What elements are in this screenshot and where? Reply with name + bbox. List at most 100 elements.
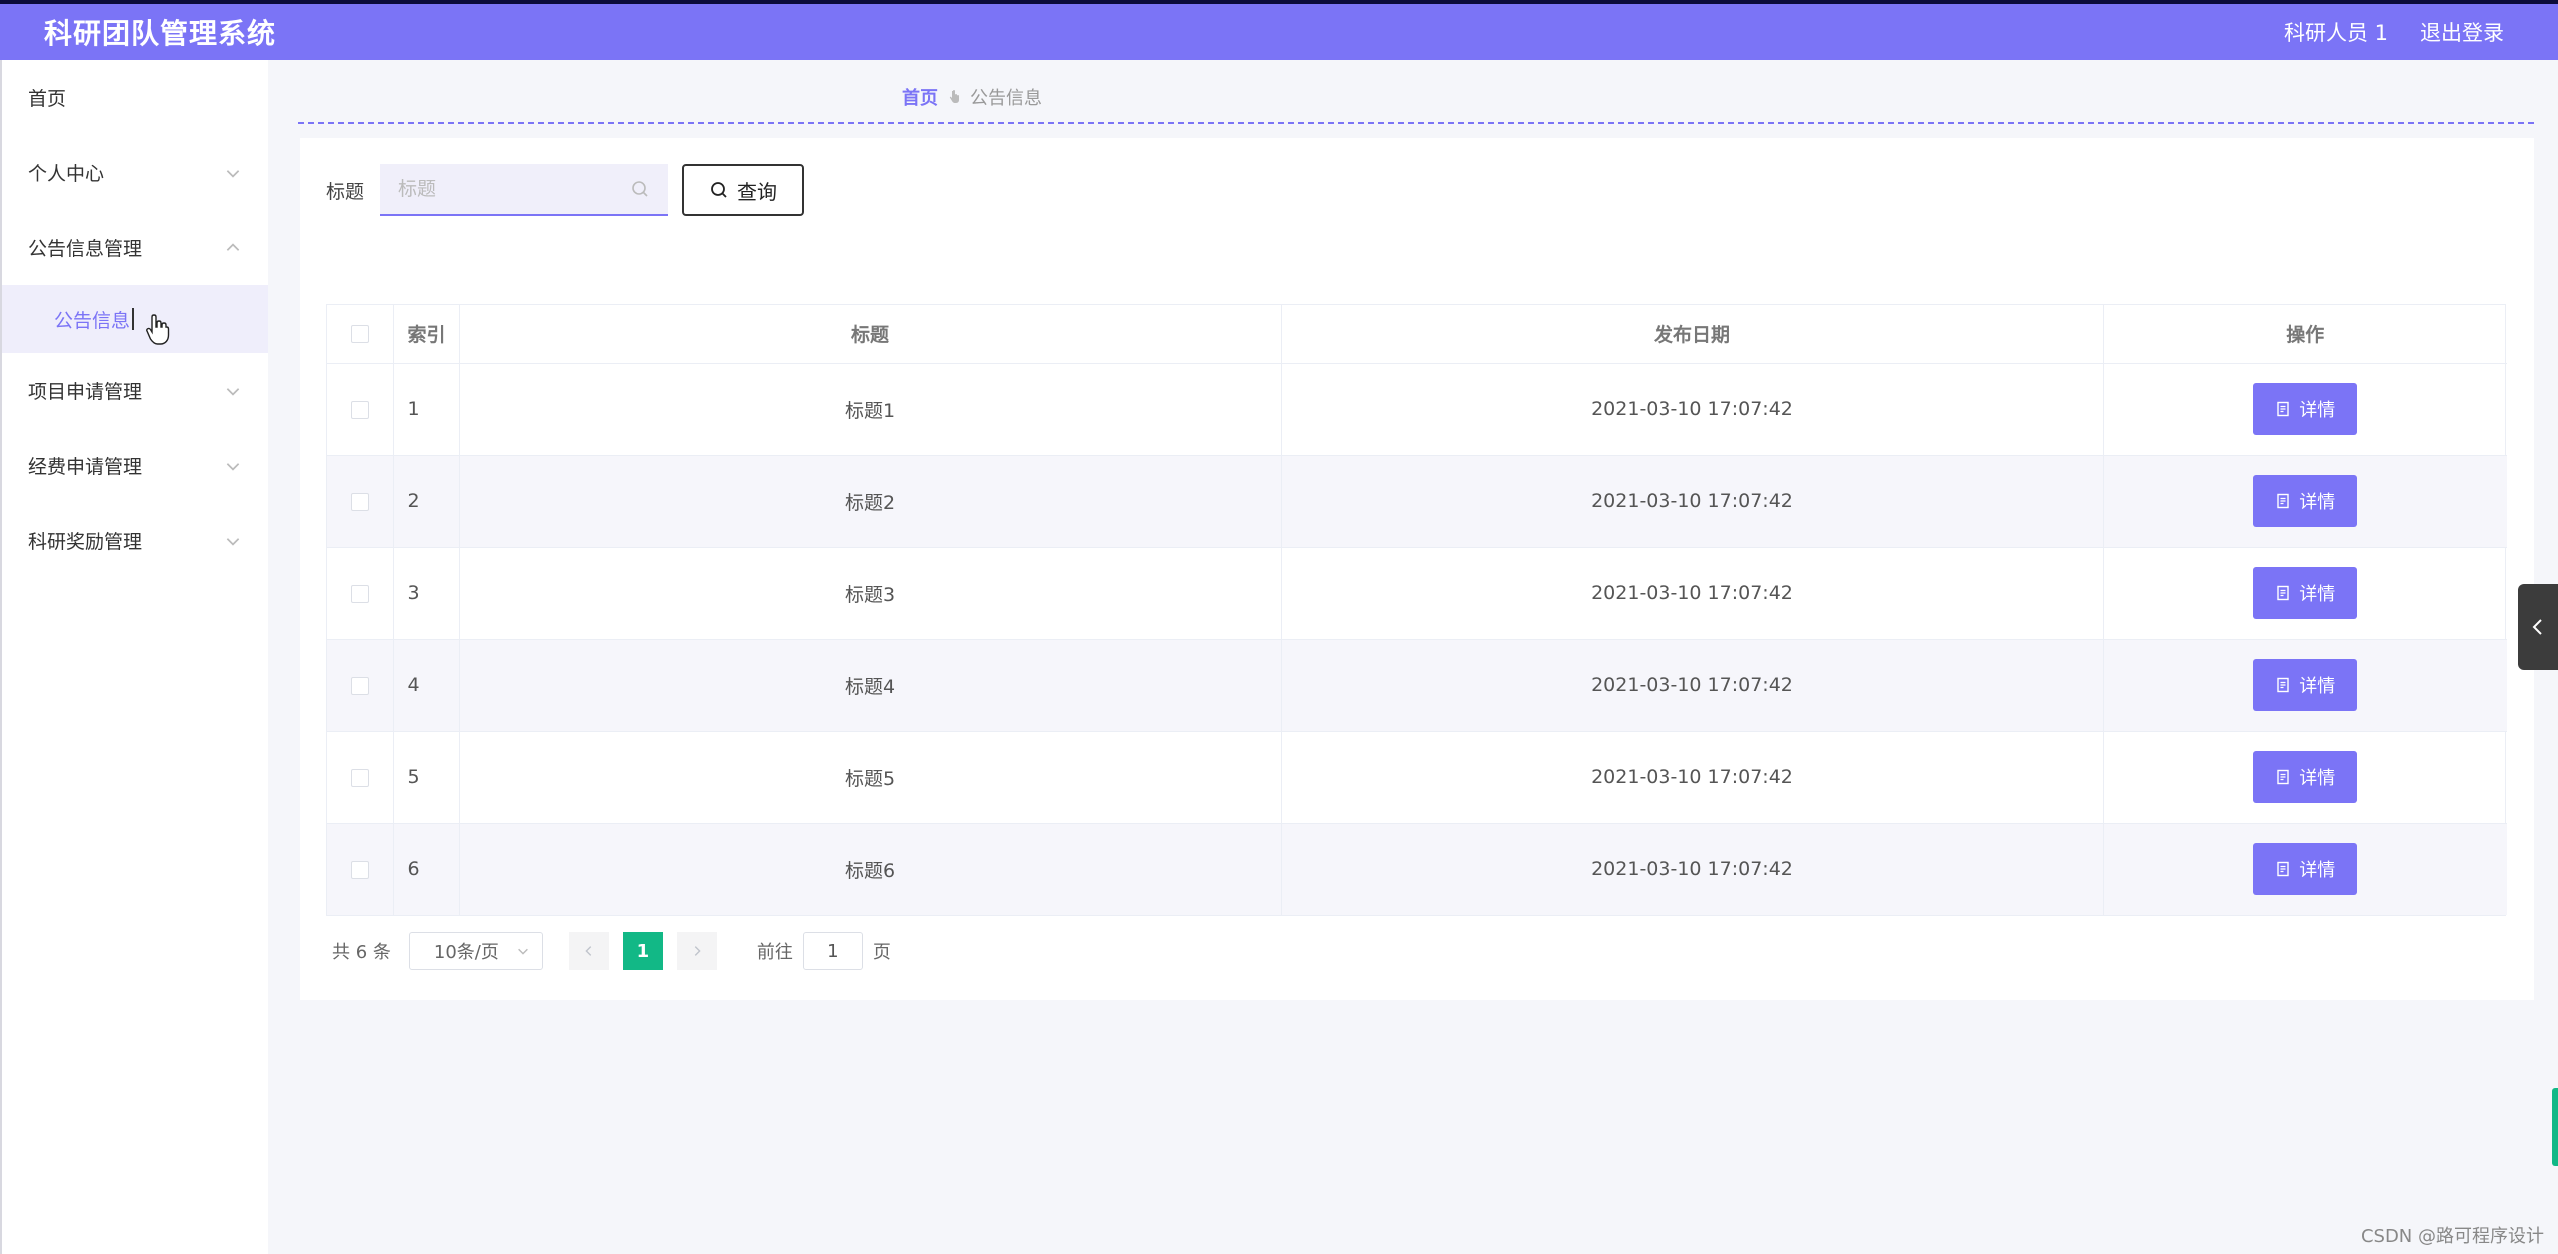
search-input[interactable] [398,178,619,200]
page-number-current[interactable]: 1 [622,932,663,970]
detail-button[interactable]: 详情 [2253,475,2358,527]
sidebar-item-notice-management[interactable]: 公告信息管理 [2,210,268,285]
chevron-down-icon [518,948,528,955]
row-date: 2021-03-10 17:07:42 [1281,547,2104,639]
detail-button[interactable]: 详情 [2253,567,2358,619]
row-action-cell: 详情 [2103,823,2507,915]
pagination: 共 6 条 10条/页 1 前往 页 [332,932,891,970]
detail-button-label: 详情 [2299,492,2336,512]
query-button[interactable]: 查询 [682,164,805,216]
table-row: 5 标题5 2021-03-10 17:07:42 详情 [327,731,2507,823]
row-checkbox[interactable] [350,768,369,787]
breadcrumb: 首页 公告信息 [902,84,1042,110]
text-caret [132,308,135,330]
document-icon [2277,677,2289,693]
sidebar-item-funding-application[interactable]: 经费申请管理 [2,428,268,503]
row-action-cell: 详情 [2103,639,2507,731]
row-action-cell: 详情 [2103,731,2507,823]
row-date: 2021-03-10 17:07:42 [1281,363,2104,455]
table-row: 1 标题1 2021-03-10 17:07:42 详情 [327,363,2507,455]
sidebar-item-research-awards[interactable]: 科研奖励管理 [2,503,268,578]
document-icon [2277,493,2289,509]
column-header-index: 索引 [393,305,460,363]
breadcrumb-current: 公告信息 [970,88,1042,109]
topbar-actions: 科研人员 1 退出登录 [2284,17,2504,47]
row-index: 6 [393,823,460,915]
hand-cursor-icon [146,314,170,345]
floating-edge-tab[interactable] [2552,1088,2558,1166]
document-icon [2277,862,2289,877]
logout-link[interactable]: 退出登录 [2420,17,2504,47]
select-all-checkbox[interactable] [350,325,369,344]
document-icon [2277,585,2289,601]
sidebar-item-label: 项目申请管理 [28,381,143,403]
row-index: 3 [393,547,460,639]
row-checkbox[interactable] [350,860,369,879]
document-icon [2277,401,2289,417]
row-index: 5 [393,731,460,823]
row-checkbox[interactable] [350,400,369,419]
table-row: 3 标题3 2021-03-10 17:07:42 详情 [327,547,2507,639]
top-bar: 科研团队管理系统 科研人员 1 退出登录 [0,0,2558,60]
row-select-cell [327,731,394,823]
row-title: 标题2 [459,455,1282,547]
breadcrumb-home[interactable]: 首页 [902,84,938,110]
row-date: 2021-03-10 17:07:42 [1281,639,2104,731]
hand-separator-icon [949,90,959,103]
row-title: 标题1 [459,363,1282,455]
row-date: 2021-03-10 17:07:42 [1281,823,2104,915]
table-row: 6 标题6 2021-03-10 17:07:42 详情 [327,823,2507,915]
detail-button-label: 详情 [2299,768,2336,788]
row-checkbox[interactable] [350,676,369,695]
column-header-title: 标题 [459,305,1282,363]
document-icon [2277,769,2289,785]
row-checkbox[interactable] [350,492,369,511]
column-header-action: 操作 [2286,324,2325,347]
sidebar-item-home[interactable]: 首页 [2,60,268,135]
detail-button[interactable]: 详情 [2253,383,2358,435]
row-index: 1 [393,363,460,455]
detail-button[interactable]: 详情 [2253,659,2358,711]
table-row: 4 标题4 2021-03-10 17:07:42 详情 [327,639,2507,731]
detail-button[interactable]: 详情 [2253,751,2358,803]
row-action-cell: 详情 [2103,363,2507,455]
search-box[interactable] [380,164,669,216]
side-collapse-tab[interactable] [2518,584,2558,670]
sidebar-subitem-notice-info[interactable]: 公告信息 [2,285,268,353]
detail-button-label: 详情 [2299,584,2336,604]
user-name[interactable]: 科研人员 1 [2284,17,2388,47]
chevron-down-icon [226,462,240,471]
prev-page-button[interactable] [568,932,609,970]
chevron-down-icon [226,537,240,546]
chevron-left-icon [2532,619,2542,635]
goto-prefix: 前往 [756,942,793,963]
detail-button[interactable]: 详情 [2253,843,2358,896]
row-index: 2 [393,455,460,547]
row-title: 标题4 [459,639,1282,731]
next-page-button[interactable] [676,932,717,970]
sidebar-subitem-label: 公告信息 [54,309,131,332]
sidebar-item-personal-center[interactable]: 个人中心 [2,135,268,210]
sidebar-item-label: 公告信息管理 [28,238,143,260]
page-size-select[interactable]: 10条/页 [408,932,543,970]
row-index: 4 [393,639,460,731]
sidebar-item-label: 科研奖励管理 [28,531,143,553]
query-button-label: 查询 [737,181,778,204]
detail-button-label: 详情 [2299,400,2336,420]
sidebar-item-label: 首页 [28,88,67,110]
chevron-down-icon [226,387,240,396]
watermark: CSDN @路可程序设计 [2360,1226,2544,1247]
detail-button-label: 详情 [2299,676,2336,696]
row-title: 标题6 [459,823,1282,915]
row-title: 标题3 [459,547,1282,639]
sidebar-item-project-application[interactable]: 项目申请管理 [2,353,268,428]
sidebar-item-label: 经费申请管理 [28,456,143,478]
chevron-down-icon [226,169,240,178]
column-header-date: 发布日期 [1281,305,2104,363]
sidebar-item-label: 个人中心 [28,163,105,185]
goto-page-input[interactable] [802,932,863,970]
table-row: 2 标题2 2021-03-10 17:07:42 详情 [327,455,2507,547]
content-panel: 标题 查询 索引 标题 发布日期 [300,138,2534,1000]
main-content: 首页 公告信息 标题 查询 索 [268,60,2558,1254]
row-checkbox[interactable] [350,584,369,603]
